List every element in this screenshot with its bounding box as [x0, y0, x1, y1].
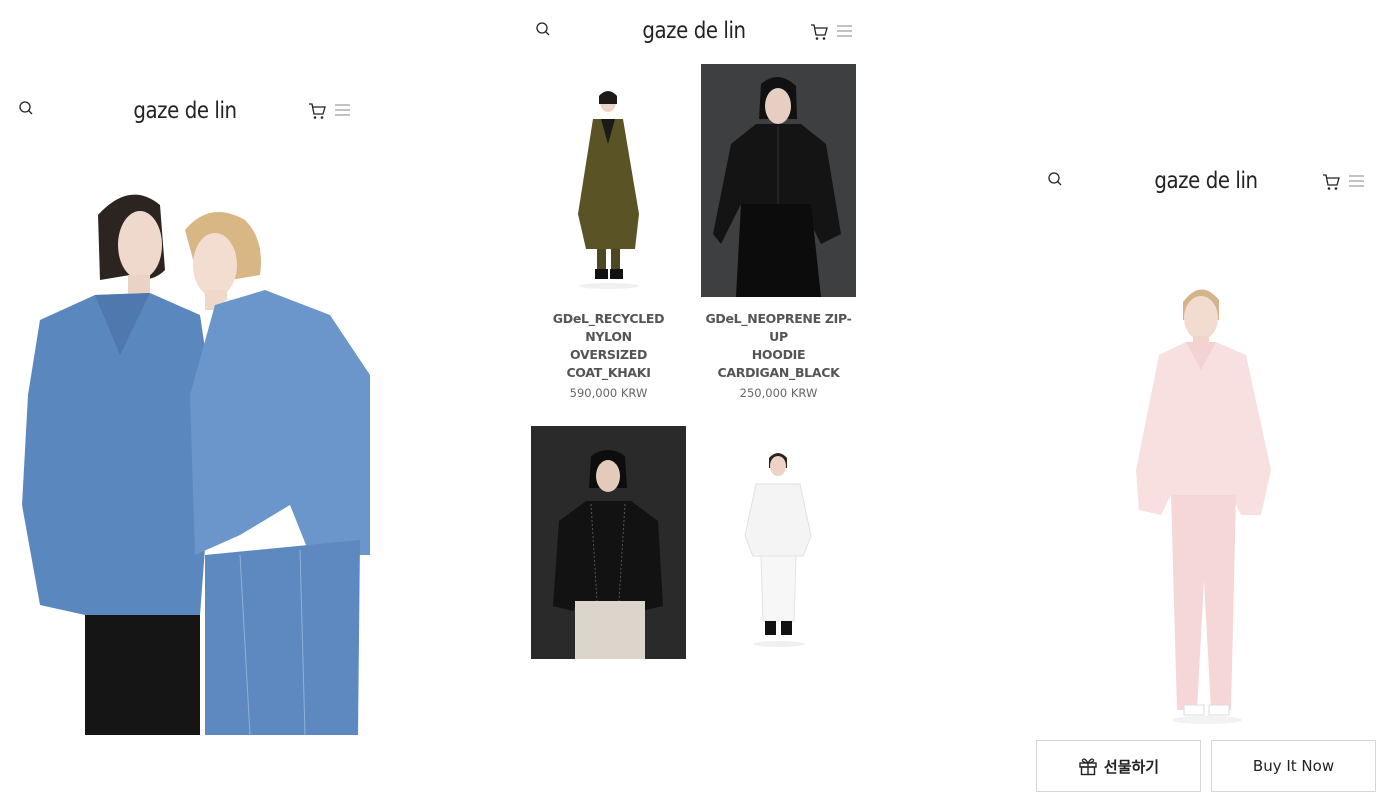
- product-card[interactable]: GDeL_RECYCLED NYLON OVERSIZED COAT_KHAKI…: [531, 64, 686, 400]
- cart-icon[interactable]: [308, 102, 326, 120]
- site-header: gaze de lin: [1021, 164, 1391, 204]
- search-icon[interactable]: [18, 100, 34, 116]
- product-image[interactable]: [531, 64, 686, 297]
- search-icon[interactable]: [535, 21, 551, 37]
- brand-logo[interactable]: gaze de lin: [1154, 168, 1258, 194]
- product-card[interactable]: [701, 426, 856, 672]
- buy-now-label: Buy It Now: [1252, 757, 1335, 775]
- brand-logo[interactable]: gaze de lin: [642, 18, 746, 44]
- product-detail-panel: gaze de lin 선물하기 Buy It Now: [1021, 0, 1391, 806]
- gift-button[interactable]: 선물하기: [1036, 740, 1201, 792]
- hamburger-menu-icon[interactable]: [837, 24, 852, 38]
- product-image[interactable]: [531, 426, 686, 659]
- buy-now-button[interactable]: Buy It Now: [1211, 740, 1376, 792]
- product-list-panel: gaze de lin GDeL_RECYCLED NYLON OVERSIZE…: [530, 0, 857, 700]
- gift-icon: [1079, 758, 1097, 776]
- product-name[interactable]: GDeL_NEOPRENE ZIP-UP HOODIE CARDIGAN_BLA…: [701, 310, 856, 382]
- product-price: 250,000 KRW: [739, 386, 818, 400]
- site-header: gaze de lin: [530, 14, 857, 54]
- hamburger-menu-icon[interactable]: [335, 103, 350, 117]
- site-header: gaze de lin: [0, 94, 370, 134]
- product-name[interactable]: GDeL_RECYCLED NYLON OVERSIZED COAT_KHAKI: [531, 310, 686, 382]
- product-card[interactable]: [531, 426, 686, 672]
- product-image[interactable]: [701, 426, 856, 659]
- gift-button-label: 선물하기: [1103, 757, 1160, 776]
- search-icon[interactable]: [1047, 171, 1063, 187]
- hamburger-menu-icon[interactable]: [1349, 174, 1364, 188]
- hero-image[interactable]: [0, 175, 370, 735]
- brand-logo[interactable]: gaze de lin: [133, 98, 237, 124]
- product-card[interactable]: GDeL_NEOPRENE ZIP-UP HOODIE CARDIGAN_BLA…: [701, 64, 856, 400]
- cart-icon[interactable]: [1322, 173, 1340, 191]
- product-price: 590,000 KRW: [569, 386, 648, 400]
- product-image[interactable]: [701, 64, 856, 297]
- left-panel: gaze de lin: [0, 0, 370, 806]
- product-detail-image[interactable]: [1021, 250, 1391, 730]
- cart-icon[interactable]: [810, 23, 828, 41]
